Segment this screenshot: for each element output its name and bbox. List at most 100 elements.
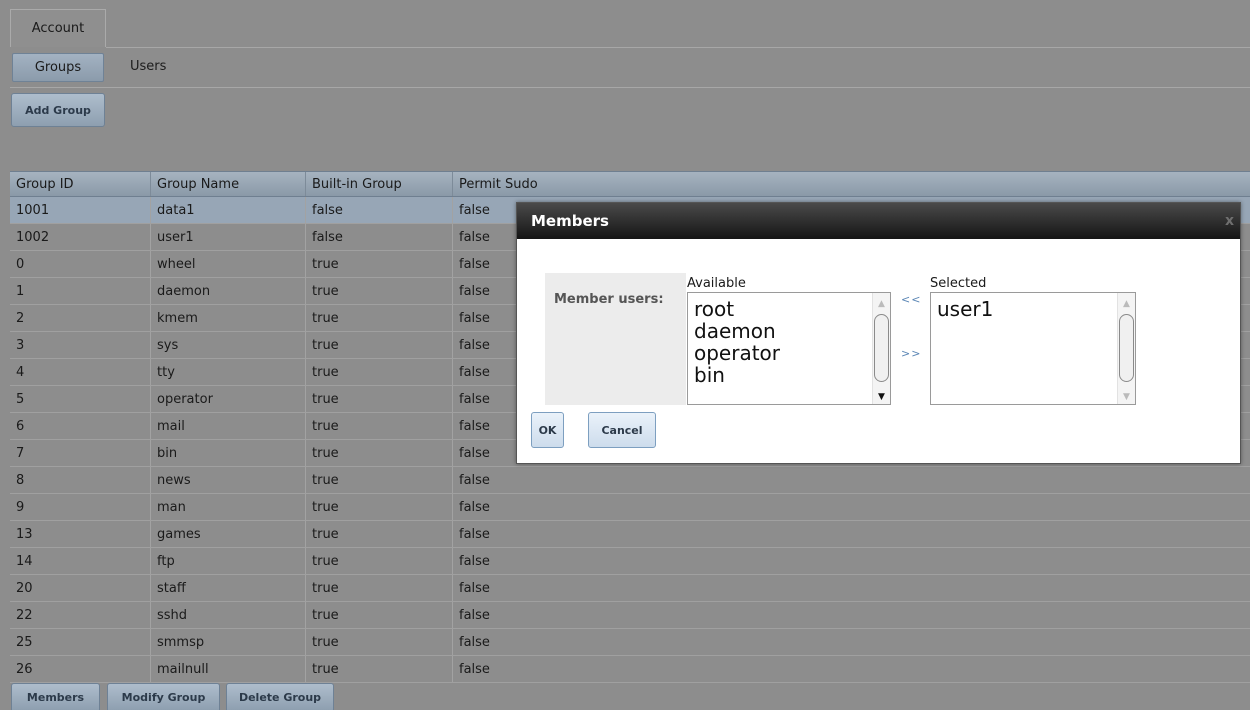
- cell-permit-sudo: false: [452, 548, 1250, 574]
- available-list-item[interactable]: daemon: [688, 320, 890, 342]
- delete-group-label: Delete Group: [238, 690, 322, 704]
- cell-group-name: data1: [150, 197, 305, 223]
- cell-built-in: true: [305, 494, 452, 520]
- cell-built-in: true: [305, 548, 452, 574]
- close-icon[interactable]: x: [1225, 213, 1234, 229]
- subtab-users[interactable]: Users: [130, 59, 166, 74]
- cell-group-name: sshd: [150, 602, 305, 628]
- cell-group-id: 0: [16, 257, 25, 272]
- cell-built-in: true: [305, 467, 452, 493]
- cell-group-name: news: [150, 467, 305, 493]
- dialog-title-bar: Members x: [517, 203, 1240, 239]
- modify-group-label: Modify Group: [121, 690, 206, 704]
- cell-group-name: games: [150, 521, 305, 547]
- available-scroll-thumb[interactable]: [874, 314, 889, 382]
- table-row[interactable]: 13 games true false: [10, 521, 1250, 548]
- table-row[interactable]: 14 ftp true false: [10, 548, 1250, 575]
- available-scrollbar[interactable]: ▲ ▼: [872, 293, 890, 404]
- table-row[interactable]: 20 staff true false: [10, 575, 1250, 602]
- cell-group-id: 5: [16, 392, 25, 407]
- col-header-group-id[interactable]: Group ID: [10, 172, 150, 196]
- cell-group-name: tty: [150, 359, 305, 385]
- cell-built-in: true: [305, 359, 452, 385]
- col-header-group-name[interactable]: Group Name: [150, 172, 305, 196]
- dialog-title: Members: [531, 212, 609, 230]
- available-list-item[interactable]: operator: [688, 342, 890, 364]
- cell-group-id: 4: [16, 365, 25, 380]
- scroll-down-icon[interactable]: ▼: [1123, 392, 1130, 402]
- cell-permit-sudo: false: [452, 575, 1250, 601]
- members-button-label: Members: [26, 690, 85, 704]
- selected-scrollbar[interactable]: ▲ ▼: [1117, 293, 1135, 404]
- cell-group-id: 1002: [16, 230, 50, 245]
- cell-built-in: true: [305, 629, 452, 655]
- cell-group-id: 14: [16, 554, 33, 569]
- cancel-button[interactable]: Cancel: [588, 412, 656, 448]
- cell-group-name: staff: [150, 575, 305, 601]
- tab-account[interactable]: Account: [10, 9, 106, 47]
- table-row[interactable]: 25 smmsp true false: [10, 629, 1250, 656]
- scroll-down-icon[interactable]: ▼: [878, 392, 885, 402]
- cell-group-name: daemon: [150, 278, 305, 304]
- selected-scroll-thumb[interactable]: [1119, 314, 1134, 382]
- col-header-built-in[interactable]: Built-in Group: [305, 172, 452, 196]
- cell-group-name: ftp: [150, 548, 305, 574]
- cell-permit-sudo: false: [452, 521, 1250, 547]
- cell-group-id: 9: [16, 500, 25, 515]
- cell-group-name: mail: [150, 413, 305, 439]
- cell-group-id: 13: [16, 527, 33, 542]
- cell-built-in: false: [305, 224, 452, 250]
- cell-built-in: true: [305, 386, 452, 412]
- scroll-up-icon[interactable]: ▲: [1123, 299, 1130, 309]
- cell-group-id: 22: [16, 608, 33, 623]
- cell-built-in: true: [305, 251, 452, 277]
- cell-group-id: 3: [16, 338, 25, 353]
- cell-group-id: 2: [16, 311, 25, 326]
- cell-group-name: bin: [150, 440, 305, 466]
- cell-permit-sudo: false: [452, 629, 1250, 655]
- cell-group-name: kmem: [150, 305, 305, 331]
- grid-header: Group ID Group Name Built-in Group Permi…: [10, 171, 1250, 197]
- cell-group-id: 6: [16, 419, 25, 434]
- table-row[interactable]: 26 mailnull true false: [10, 656, 1250, 683]
- members-dialog: Members x Member users: Available root da…: [516, 202, 1241, 464]
- cell-group-name: sys: [150, 332, 305, 358]
- members-button[interactable]: Members: [11, 683, 100, 710]
- selected-list-item[interactable]: user1: [931, 298, 1135, 320]
- available-label: Available: [687, 276, 746, 291]
- move-right-button[interactable]: >>: [901, 347, 921, 360]
- available-list-item[interactable]: bin: [688, 364, 890, 386]
- subtab-groups-label: Groups: [34, 60, 82, 75]
- add-group-button[interactable]: Add Group: [11, 93, 105, 127]
- member-users-label: Member users:: [554, 292, 664, 307]
- cell-built-in: true: [305, 305, 452, 331]
- cell-group-id: 7: [16, 446, 25, 461]
- delete-group-button[interactable]: Delete Group: [226, 683, 334, 710]
- available-list-item[interactable]: root: [688, 298, 890, 320]
- move-left-button[interactable]: <<: [901, 293, 921, 306]
- ok-button[interactable]: OK: [531, 412, 564, 448]
- cell-group-name: smmsp: [150, 629, 305, 655]
- tab-divider: [106, 47, 1250, 48]
- add-group-label: Add Group: [25, 103, 91, 117]
- table-row[interactable]: 9 man true false: [10, 494, 1250, 521]
- cell-group-id: 26: [16, 662, 33, 677]
- table-row[interactable]: 8 news true false: [10, 467, 1250, 494]
- member-users-label-cell: Member users:: [545, 273, 686, 405]
- col-header-permit-sudo[interactable]: Permit Sudo: [452, 172, 1250, 196]
- available-listbox[interactable]: root daemon operator bin ▲ ▼: [687, 292, 891, 405]
- subtab-groups[interactable]: Groups: [12, 53, 104, 82]
- modify-group-button[interactable]: Modify Group: [107, 683, 220, 710]
- cell-built-in: true: [305, 656, 452, 682]
- cell-group-id: 1: [16, 284, 25, 299]
- table-row[interactable]: 22 sshd true false: [10, 602, 1250, 629]
- selected-listbox[interactable]: user1 ▲ ▼: [930, 292, 1136, 405]
- scroll-up-icon[interactable]: ▲: [878, 299, 885, 309]
- cell-permit-sudo: false: [452, 656, 1250, 682]
- cell-group-id: 25: [16, 635, 33, 650]
- cell-built-in: false: [305, 197, 452, 223]
- cell-group-name: man: [150, 494, 305, 520]
- cell-permit-sudo: false: [452, 494, 1250, 520]
- cell-built-in: true: [305, 575, 452, 601]
- ok-button-label: OK: [538, 423, 557, 437]
